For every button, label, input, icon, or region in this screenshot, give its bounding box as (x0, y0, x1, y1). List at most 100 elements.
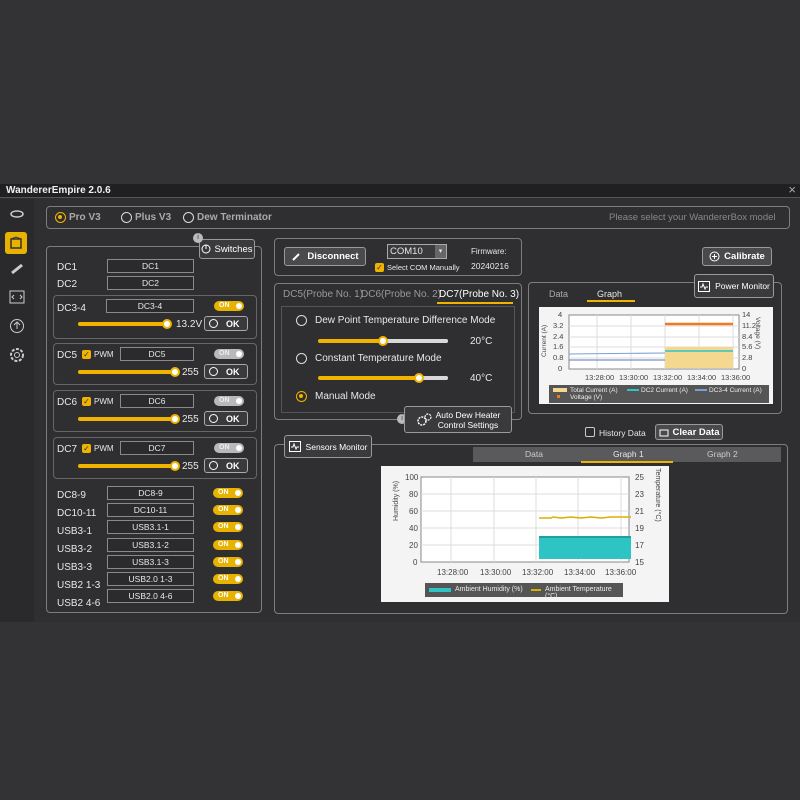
code-icon[interactable] (8, 289, 26, 305)
dc6-ok-button[interactable]: OK (204, 411, 248, 426)
dc89-name-field[interactable]: DC8-9 (107, 486, 194, 500)
dc6-slider-knob[interactable] (170, 414, 180, 424)
dc6-group: DC6 ✓ PWM DC6 ON 255 OK (53, 390, 257, 432)
power-tab-data[interactable]: Data (549, 289, 568, 299)
sensors-y-tick: 40 (409, 524, 418, 533)
power-y-tick: 0.8 (553, 353, 564, 362)
power-monitor-button[interactable]: Power Monitor (694, 274, 774, 298)
usb2-46-name-field[interactable]: USB2.0 4-6 (107, 589, 194, 603)
dc5-toggle[interactable]: ON (214, 349, 244, 359)
radio-manual-mode[interactable] (296, 391, 307, 402)
dc6-name-field[interactable]: DC6 (120, 394, 194, 408)
dc7-name-field[interactable]: DC7 (120, 441, 194, 455)
usb2-13-toggle[interactable]: ON (213, 574, 243, 584)
usb2-46-toggle[interactable]: ON (213, 591, 243, 601)
dc1-name-field[interactable]: DC1 (107, 259, 194, 273)
history-checkbox[interactable] (585, 427, 595, 437)
power-tab-graph[interactable]: Graph (597, 289, 622, 299)
tab-dc6[interactable]: DC6(Probe No. 2) (361, 289, 441, 300)
radio-dew-terminator[interactable] (183, 212, 194, 223)
constant-temp-slider-knob[interactable] (414, 373, 424, 383)
sensors-tab-data[interactable]: Data (525, 449, 543, 459)
disconnect-button[interactable]: Disconnect (284, 247, 366, 266)
title-bar: WandererEmpire 2.0.6 × (0, 182, 800, 198)
dc7-pwm-checkbox[interactable]: ✓ (82, 444, 91, 453)
clear-data-button[interactable]: Clear Data (655, 424, 723, 440)
disconnect-label: Disconnect (307, 251, 359, 262)
sensors-y-tick: 100 (405, 473, 419, 482)
dc5-pwm-checkbox[interactable]: ✓ (82, 350, 91, 359)
manual-mode-label: Manual Mode (315, 391, 376, 402)
close-button[interactable]: × (788, 182, 796, 197)
connect-icon[interactable] (8, 207, 26, 221)
dew-point-slider[interactable] (318, 336, 448, 346)
radio-dew-point-mode[interactable] (296, 315, 307, 326)
usb31-2-name-field[interactable]: USB3.1-2 (107, 538, 194, 552)
sensors-tab-graph2[interactable]: Graph 2 (707, 449, 738, 459)
dc2-name-field[interactable]: DC2 (107, 276, 194, 290)
dc34-slider-knob[interactable] (162, 319, 172, 329)
dc6-slider[interactable] (78, 414, 180, 424)
usb31-3-toggle[interactable]: ON (213, 557, 243, 567)
constant-temp-mode-label: Constant Temperature Mode (315, 353, 442, 364)
dc5-slider[interactable] (78, 367, 180, 377)
dc6-toggle[interactable]: ON (214, 396, 244, 406)
dc6-pwm-checkbox[interactable]: ✓ (82, 397, 91, 406)
sensors-y2-tick: 17 (635, 541, 644, 550)
usb31-3-name-field[interactable]: USB3.1-3 (107, 555, 194, 569)
dc34-name-field[interactable]: DC3-4 (106, 299, 194, 313)
legend-swatch (695, 389, 707, 391)
dc2-label: DC2 (57, 279, 78, 290)
switches-header[interactable]: Switches (199, 239, 255, 259)
radio-plus-v3[interactable] (121, 212, 132, 223)
dc7-slider-knob[interactable] (170, 461, 180, 471)
dew-point-value: 20°C (470, 336, 493, 347)
constant-temp-slider[interactable] (318, 373, 448, 383)
dc7-ok-button[interactable]: OK (204, 458, 248, 473)
option-dew-terminator: Dew Terminator (197, 212, 272, 223)
dc7-pwm-label: PWM (94, 444, 114, 453)
auto-dew-button[interactable]: Auto Dew Heater Control Settings (404, 406, 512, 433)
tab-dc7[interactable]: DC7(Probe No. 3) (439, 289, 519, 300)
dc89-toggle[interactable]: ON (213, 488, 243, 498)
dc1011-toggle[interactable]: ON (213, 505, 243, 515)
tab-dc5[interactable]: DC5(Probe No. 1) (283, 289, 363, 300)
dc5-ok-button[interactable]: OK (204, 364, 248, 379)
radio-constant-temp-mode[interactable] (296, 353, 307, 364)
usb31-2-toggle[interactable]: ON (213, 540, 243, 550)
dc7-toggle[interactable]: ON (214, 443, 244, 453)
dc7-slider[interactable] (78, 461, 180, 471)
dc1011-name-field[interactable]: DC10-11 (107, 503, 194, 517)
usb31-1-toggle[interactable]: ON (213, 522, 243, 532)
box-icon[interactable] (5, 232, 27, 254)
power-monitor-label: Power Monitor (715, 281, 770, 291)
dc5-slider-knob[interactable] (170, 367, 180, 377)
dc34-toggle[interactable]: ON (214, 301, 244, 311)
usb31-1-name-field[interactable]: USB3.1-1 (107, 520, 194, 534)
calibrate-button[interactable]: Calibrate (702, 247, 772, 266)
dc1-label: DC1 (57, 262, 78, 273)
chevron-down-icon[interactable]: ▾ (435, 245, 446, 258)
info-icon[interactable]: i (193, 233, 203, 243)
dc5-pwm-label: PWM (94, 350, 114, 359)
power-tab-indicator (587, 300, 635, 302)
dc5-name-field[interactable]: DC5 (120, 347, 194, 361)
gear-icon[interactable] (7, 345, 27, 365)
power-y2-tick: 8.4 (742, 332, 753, 341)
com-select[interactable]: COM10 ▾ (387, 244, 447, 259)
legend-total-current: Total Current (A) (570, 387, 618, 394)
sensors-tab-indicator (581, 461, 673, 463)
sensors-graph: Humidity (%) Temperature (°C) 100 80 60 … (381, 466, 669, 602)
link-icon[interactable] (8, 261, 26, 277)
dc34-group: DC3-4 DC3-4 ON 13.2V OK (53, 295, 257, 339)
upload-icon[interactable] (8, 317, 26, 335)
usb2-13-name-field[interactable]: USB2.0 1-3 (107, 572, 194, 586)
com-manual-checkbox[interactable]: ✓ (375, 263, 384, 272)
dew-point-slider-knob[interactable] (378, 336, 388, 346)
sensors-monitor-button[interactable]: Sensors Monitor (284, 435, 372, 458)
dc34-ok-button[interactable]: OK (204, 316, 248, 331)
power-y-tick: 0 (558, 364, 563, 373)
sensors-tab-graph1[interactable]: Graph 1 (613, 449, 644, 459)
dc34-slider[interactable] (78, 319, 172, 329)
radio-pro-v3[interactable] (55, 212, 66, 223)
